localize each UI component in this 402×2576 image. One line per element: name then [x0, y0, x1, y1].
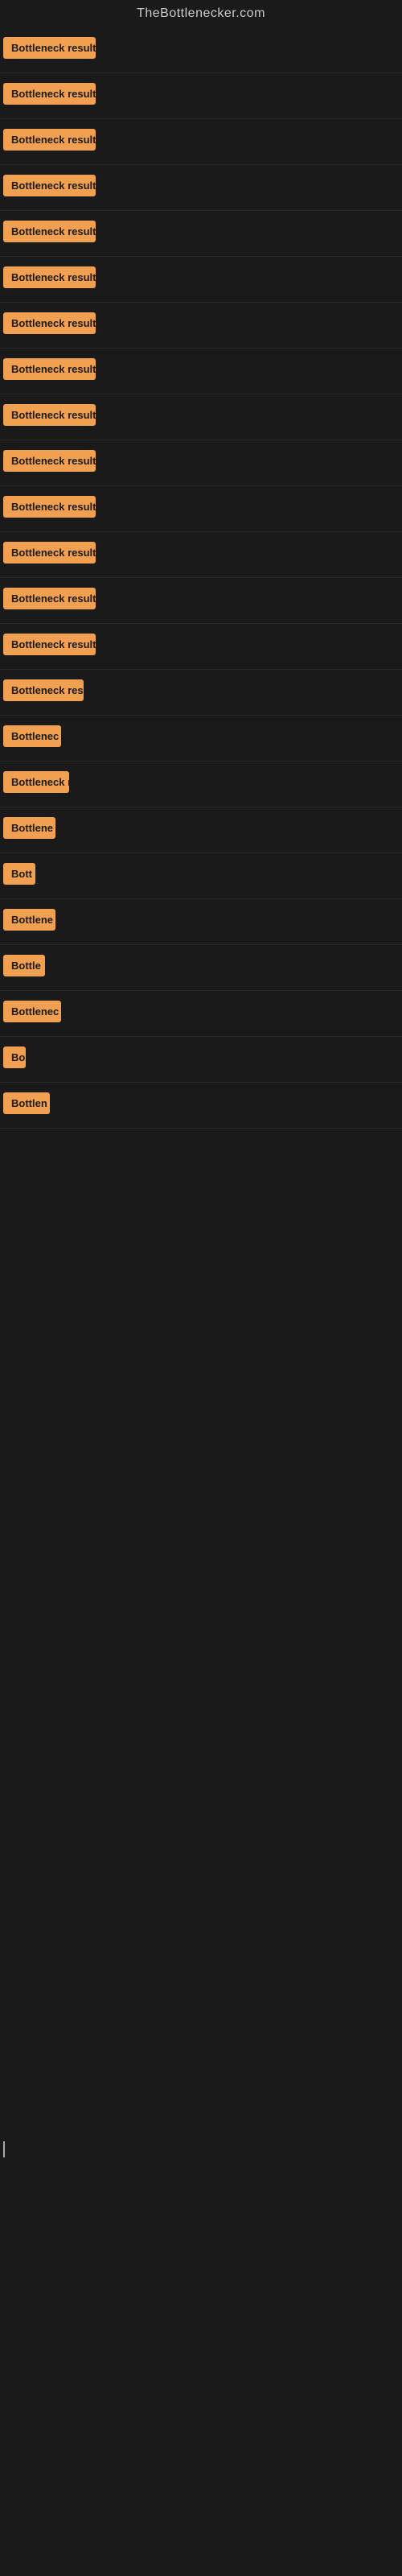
list-item: Bottlenec — [0, 991, 402, 1037]
list-item: Bottleneck result — [0, 257, 402, 303]
list-item: Bottlen — [0, 1083, 402, 1129]
bottleneck-badge[interactable]: Bottleneck result — [3, 83, 96, 105]
bottleneck-badge[interactable]: Bo — [3, 1046, 26, 1068]
bottleneck-badge[interactable]: Bottleneck result — [3, 588, 96, 609]
bottleneck-badge[interactable]: Bottleneck result — [3, 312, 96, 334]
list-item: Bottleneck result — [0, 211, 402, 257]
bottleneck-badge[interactable]: Bottleneck result — [3, 404, 96, 426]
bottleneck-badge[interactable]: Bottleneck result — [3, 634, 96, 655]
list-item: Bottleneck r — [0, 762, 402, 807]
cursor-line — [3, 2141, 5, 2157]
bottleneck-badge[interactable]: Bottle — [3, 955, 45, 976]
list-item: Bo — [0, 1037, 402, 1083]
bottleneck-badge[interactable]: Bottleneck result — [3, 266, 96, 288]
list-item: Bottleneck result — [0, 578, 402, 624]
list-item: Bottleneck result — [0, 165, 402, 211]
list-item: Bottleneck result — [0, 486, 402, 532]
items-list: Bottleneck result Bottleneck result Bottle… — [0, 27, 402, 1129]
bottleneck-badge[interactable]: Bottlene — [3, 909, 55, 931]
list-item: Bottleneck result — [0, 73, 402, 119]
bottleneck-badge[interactable]: Bottleneck result — [3, 358, 96, 380]
bottleneck-badge[interactable]: Bottleneck result — [3, 129, 96, 151]
bottleneck-badge[interactable]: Bottlene — [3, 817, 55, 839]
bottleneck-badge[interactable]: Bottleneck result — [3, 450, 96, 472]
bottleneck-badge[interactable]: Bottleneck result — [3, 221, 96, 242]
list-item: Bottleneck result — [0, 440, 402, 486]
bottleneck-badge[interactable]: Bottlen — [3, 1092, 50, 1114]
site-title: TheBottlenecker.com — [0, 0, 402, 27]
list-item: Bottlenec — [0, 716, 402, 762]
list-item: Bottleneck res — [0, 670, 402, 716]
bottleneck-badge[interactable]: Bottleneck result — [3, 37, 96, 59]
list-item: Bottlene — [0, 807, 402, 853]
list-item: Bottleneck result — [0, 532, 402, 578]
bottleneck-badge[interactable]: Bottleneck result — [3, 175, 96, 196]
list-item: Bottle — [0, 945, 402, 991]
list-item: Bottleneck result — [0, 624, 402, 670]
bottleneck-badge[interactable]: Bottlenec — [3, 1001, 61, 1022]
list-item: Bottleneck result — [0, 27, 402, 73]
bottleneck-badge[interactable]: Bottleneck result — [3, 496, 96, 518]
bottleneck-badge[interactable]: Bottleneck r — [3, 771, 69, 793]
list-item: Bott — [0, 853, 402, 899]
list-item: Bottleneck result — [0, 349, 402, 394]
bottleneck-badge[interactable]: Bott — [3, 863, 35, 885]
list-item: Bottlene — [0, 899, 402, 945]
list-item: Bottleneck result — [0, 119, 402, 165]
bottleneck-badge[interactable]: Bottleneck res — [3, 679, 84, 701]
bottleneck-badge[interactable]: Bottleneck result — [3, 542, 96, 564]
list-item: Bottleneck result — [0, 303, 402, 349]
list-item: Bottleneck result — [0, 394, 402, 440]
bottleneck-badge[interactable]: Bottlenec — [3, 725, 61, 747]
